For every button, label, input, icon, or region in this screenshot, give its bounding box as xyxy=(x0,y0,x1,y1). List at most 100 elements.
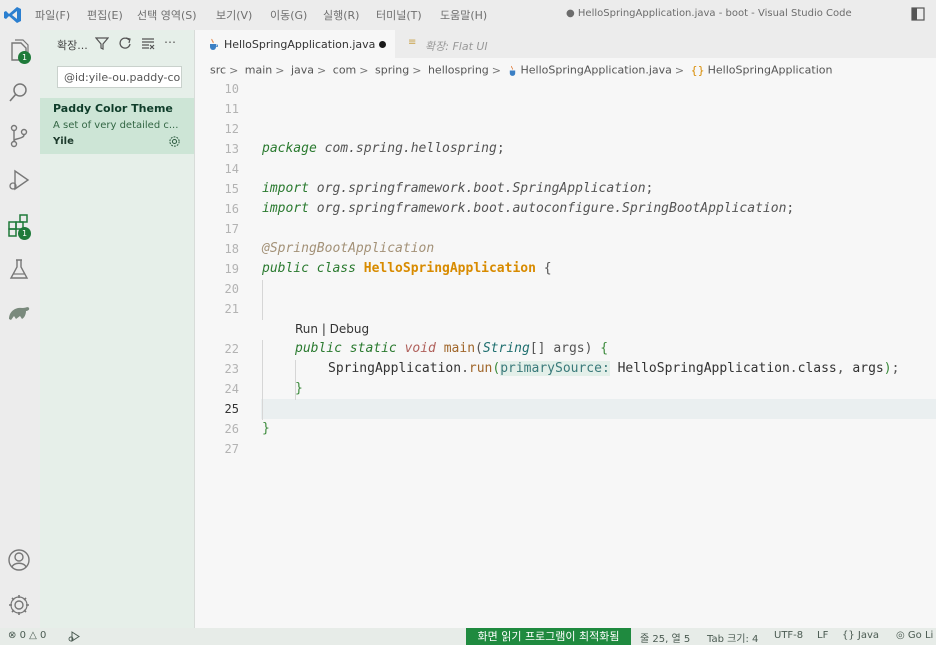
line-number-current: 25 xyxy=(224,402,239,416)
class-ref: SpringApplication xyxy=(328,361,462,376)
class-ref: HelloSpringApplication xyxy=(617,361,790,376)
code-line: 27 xyxy=(195,440,936,460)
menu-help[interactable]: 도움말(H) xyxy=(440,7,487,23)
import-path: org.springframework.boot.autoconfigure.S… xyxy=(316,201,787,216)
import-path: org.springframework.boot.SpringApplicati… xyxy=(316,181,646,196)
explorer-badge: 1 xyxy=(18,51,31,64)
code-line: 19 public class HelloSpringApplication { xyxy=(195,260,936,280)
line-number: 20 xyxy=(224,282,239,296)
menu-selection[interactable]: 선택 영역(S) xyxy=(137,7,197,23)
menu-edit[interactable]: 편집(E) xyxy=(87,7,123,23)
line-number: 14 xyxy=(224,162,239,176)
line-number: 21 xyxy=(224,302,239,316)
language-mode[interactable]: {} Java xyxy=(842,630,879,641)
code-line: 12 xyxy=(195,120,936,140)
code-line: 23 SpringApplication.run(primarySource: … xyxy=(195,360,936,380)
problems-indicator[interactable]: ⊗ 0 △ 0 xyxy=(8,630,46,641)
code-line: 22 public static void main(String[] args… xyxy=(195,340,936,360)
refresh-icon[interactable] xyxy=(118,36,132,50)
code-line: 14 xyxy=(195,160,936,180)
go-live-label: Go Li xyxy=(907,630,934,641)
vscode-logo-icon[interactable] xyxy=(3,5,23,25)
extension-settings-gear-icon[interactable] xyxy=(168,135,181,148)
cursor-position[interactable]: 줄 25, 열 5 xyxy=(640,630,690,645)
class-symbol-icon: {} xyxy=(690,63,705,77)
tab-active-label: HelloSpringApplication.java xyxy=(224,38,376,51)
account-icon[interactable] xyxy=(6,547,32,573)
menu-view[interactable]: 보기(V) xyxy=(216,7,252,23)
package-name: com.spring.hellospring xyxy=(324,141,497,156)
run-debug-status-icon[interactable] xyxy=(68,631,80,642)
menu-file[interactable]: 파일(F) xyxy=(35,7,70,23)
line-number: 26 xyxy=(224,422,239,436)
end-of-line[interactable]: LF xyxy=(817,630,828,641)
filter-icon[interactable] xyxy=(95,36,109,50)
source-control-icon[interactable] xyxy=(6,123,32,149)
chevron-right-icon: > xyxy=(674,63,685,77)
chevron-right-icon: > xyxy=(275,63,285,77)
extension-search-input[interactable]: @id:yile-ou.paddy-col xyxy=(57,66,182,88)
go-live-button[interactable]: ◎ Go Li xyxy=(896,630,933,641)
breadcrumb-hellospring[interactable]: hellospring xyxy=(428,64,489,77)
breadcrumb-src[interactable]: src xyxy=(210,64,226,77)
inlay-hint: primarySource: xyxy=(500,361,610,376)
line-number: 18 xyxy=(224,242,239,256)
keyword-void: void xyxy=(404,341,436,356)
code-line: 13 package com.spring.hellospring; xyxy=(195,140,936,160)
window-title: ● HelloSpringApplication.java - boot - V… xyxy=(566,8,852,19)
unsaved-dot-icon[interactable] xyxy=(379,41,386,48)
more-actions-icon[interactable]: ⋯ xyxy=(164,35,176,49)
code-line: 10 xyxy=(195,80,936,100)
breadcrumb-java[interactable]: java xyxy=(291,64,314,77)
tab-preview-label[interactable]: 확장: Flat UI xyxy=(425,38,488,54)
encoding[interactable]: UTF-8 xyxy=(774,630,803,641)
keyword-import: import xyxy=(262,201,309,216)
code-line: 11 xyxy=(195,100,936,120)
code-line: 26 } xyxy=(195,420,936,440)
breadcrumb-main[interactable]: main xyxy=(245,64,272,77)
screen-reader-optimized-status[interactable]: 화면 읽기 프로그램이 최적화됨 xyxy=(466,628,631,645)
code-line: 21 xyxy=(195,300,936,320)
codelens-run-debug[interactable]: Run | Debug xyxy=(295,322,369,336)
menu-terminal[interactable]: 터미널(T) xyxy=(376,7,422,23)
keyword-public-class: public class xyxy=(262,261,356,276)
param-type: String xyxy=(482,341,530,356)
tab-size[interactable]: Tab 크기: 4 xyxy=(707,630,758,645)
method-call: run xyxy=(468,361,493,376)
breadcrumb-com[interactable]: com xyxy=(333,64,357,77)
language-label: Java xyxy=(857,630,880,641)
line-number: 13 xyxy=(224,142,239,156)
code-line: 18 @SpringBootApplication xyxy=(195,240,936,260)
search-icon[interactable] xyxy=(6,80,32,106)
clear-results-icon[interactable] xyxy=(141,36,155,50)
java-file-icon xyxy=(509,65,515,76)
code-editor[interactable]: 10 11 12 13 package com.spring.hellospri… xyxy=(195,80,936,628)
line-number: 10 xyxy=(224,82,239,96)
breadcrumb-file[interactable]: HelloSpringApplication.java xyxy=(521,64,672,77)
activity-bar: 1 1 xyxy=(0,30,40,628)
class-literal: class xyxy=(797,361,837,376)
extension-list-item[interactable]: Paddy Color Theme A set of very detailed… xyxy=(40,98,194,154)
gradle-icon[interactable] xyxy=(6,299,32,325)
editor-tab-bar: HelloSpringApplication.java ≡ 확장: Flat U… xyxy=(195,30,936,58)
menu-go[interactable]: 이동(G) xyxy=(270,7,307,23)
extensions-sidebar: 확장... ⋯ @id:yile-ou.paddy-col Paddy Colo… xyxy=(40,30,195,628)
chevron-right-icon: > xyxy=(491,63,501,77)
warning-count: 0 xyxy=(40,630,47,641)
code-line: 15 import org.springframework.boot.Sprin… xyxy=(195,180,936,200)
code-line: 20 xyxy=(195,280,936,300)
run-debug-icon[interactable] xyxy=(6,167,32,193)
line-number: 12 xyxy=(224,122,239,136)
testing-icon[interactable] xyxy=(6,256,32,282)
menu-run[interactable]: 실행(R) xyxy=(323,7,359,23)
extension-author: Yile xyxy=(53,136,74,147)
breadcrumb-spring[interactable]: spring xyxy=(375,64,409,77)
breadcrumb-class[interactable]: HelloSpringApplication xyxy=(708,64,833,77)
error-count: 0 xyxy=(19,630,26,641)
keyword-public-static: public static xyxy=(295,341,397,356)
preview-tab-icon: ≡ xyxy=(408,37,417,48)
extension-name: Paddy Color Theme xyxy=(53,102,173,115)
toggle-sidebar-icon[interactable] xyxy=(911,7,925,21)
manage-gear-icon[interactable] xyxy=(6,592,32,618)
tab-hellospringapplication[interactable]: HelloSpringApplication.java xyxy=(195,30,395,58)
